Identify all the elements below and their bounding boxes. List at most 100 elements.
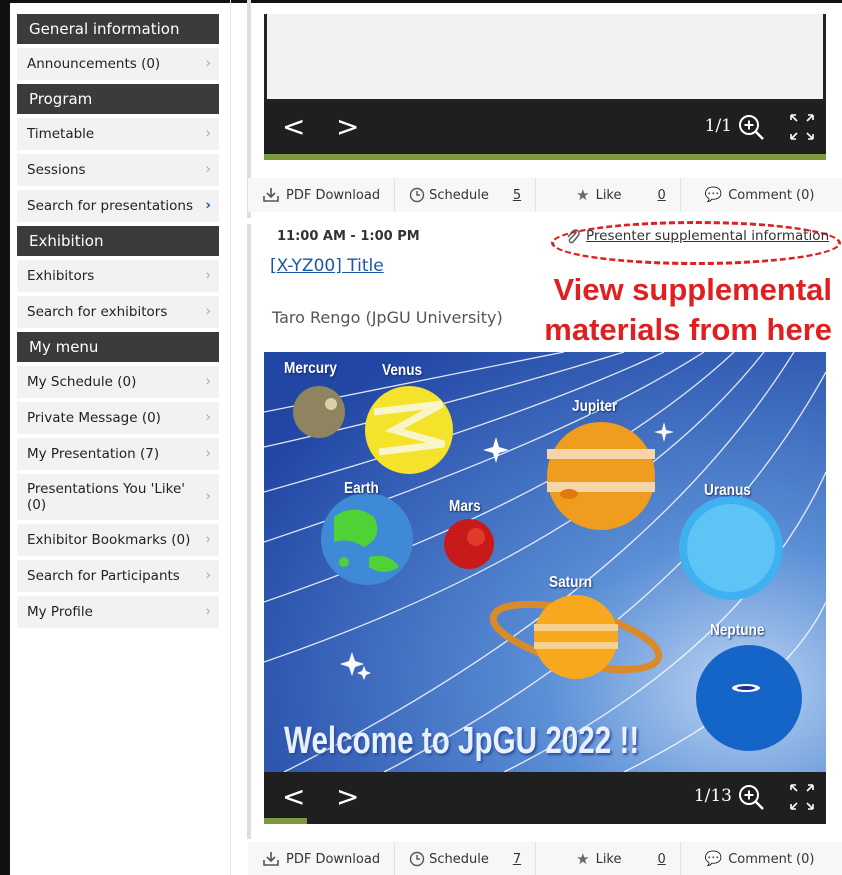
sidebar-item-private-message[interactable]: Private Message (0) › bbox=[17, 402, 219, 434]
page-counter: 1/1 bbox=[704, 116, 732, 136]
chevron-right-icon: › bbox=[205, 267, 211, 284]
planet-label-jupiter: Jupiter bbox=[572, 398, 618, 415]
solar-system-illustration bbox=[264, 352, 826, 772]
sidebar-item-label: Sessions bbox=[27, 162, 86, 178]
jupiter-icon bbox=[547, 422, 655, 530]
pdf-download-button[interactable]: PDF Download bbox=[248, 842, 396, 875]
sidebar-item-label: Exhibitor Bookmarks (0) bbox=[27, 532, 191, 548]
chevron-right-icon: › bbox=[205, 373, 211, 390]
sidebar-item-my-profile[interactable]: My Profile › bbox=[17, 596, 219, 628]
download-icon bbox=[263, 852, 279, 866]
like-count[interactable]: 0 bbox=[658, 852, 666, 867]
comment-label: Comment (0) bbox=[728, 187, 815, 203]
sidebar-item-label: Exhibitors bbox=[27, 268, 95, 284]
supplemental-info-link[interactable]: Presenter supplemental information bbox=[586, 228, 829, 244]
fullscreen-icon[interactable] bbox=[788, 782, 816, 812]
schedule-count[interactable]: 5 bbox=[513, 188, 521, 203]
presentation-time: 11:00 AM - 1:00 PM bbox=[277, 229, 420, 244]
prev-page-button[interactable]: < bbox=[282, 782, 305, 812]
chevron-right-icon: › bbox=[205, 445, 211, 462]
chevron-right-icon: › bbox=[205, 303, 211, 320]
chevron-right-icon: › bbox=[205, 55, 211, 72]
sidebar-item-sessions[interactable]: Sessions › bbox=[17, 154, 219, 186]
sidebar-item-search-presentations[interactable]: Search for presentations › bbox=[17, 190, 219, 222]
sidebar-item-timetable[interactable]: Timetable › bbox=[17, 118, 219, 150]
sidebar: General information Announcements (0) › … bbox=[17, 14, 219, 632]
planet-label-uranus: Uranus bbox=[704, 482, 751, 499]
sidebar-item-label: My Presentation (7) bbox=[27, 446, 160, 462]
sidebar-item-announcements[interactable]: Announcements (0) › bbox=[17, 48, 219, 80]
planet-label-saturn: Saturn bbox=[549, 574, 593, 591]
comment-button[interactable]: 💬 Comment (0) bbox=[681, 842, 829, 875]
schedule-button[interactable]: Schedule 7 bbox=[395, 842, 537, 875]
clock-icon bbox=[409, 187, 425, 203]
neptune-icon bbox=[696, 645, 802, 751]
like-button[interactable]: ★ Like 0 bbox=[536, 178, 681, 212]
action-bar: PDF Download Schedule 5 ★ Like 0 💬 Comme… bbox=[248, 178, 842, 212]
slide-image bbox=[264, 14, 826, 102]
callout-line-1: View supplemental bbox=[553, 272, 832, 307]
venus-icon bbox=[365, 386, 453, 474]
sidebar-item-liked-presentations[interactable]: Presentations You 'Like' (0) › bbox=[17, 474, 219, 520]
progress-bar bbox=[264, 154, 826, 160]
chevron-right-icon: › bbox=[205, 197, 211, 214]
like-count[interactable]: 0 bbox=[658, 188, 666, 203]
slide-image: Mercury Venus Jupiter Earth Mars Uranus … bbox=[264, 352, 826, 772]
section-program: Program bbox=[17, 84, 219, 114]
presenter-name: Taro Rengo (JpGU University) bbox=[272, 308, 503, 327]
sidebar-item-label: Search for Participants bbox=[27, 568, 180, 584]
progress-bar bbox=[264, 818, 308, 824]
comment-label: Comment (0) bbox=[728, 851, 815, 867]
sidebar-item-label: Private Message (0) bbox=[27, 410, 161, 426]
sidebar-item-label: Timetable bbox=[27, 126, 95, 142]
sidebar-item-label: Search for presentations bbox=[27, 198, 194, 214]
sidebar-item-my-schedule[interactable]: My Schedule (0) › bbox=[17, 366, 219, 398]
sidebar-item-label: My Profile bbox=[27, 604, 93, 620]
progress-track bbox=[264, 818, 826, 824]
uranus-icon bbox=[679, 496, 783, 600]
zoom-in-icon[interactable] bbox=[736, 112, 766, 142]
chevron-right-icon: › bbox=[205, 567, 211, 584]
section-exhibition: Exhibition bbox=[17, 226, 219, 256]
star-icon: ★ bbox=[576, 850, 590, 868]
sidebar-item-label: Announcements (0) bbox=[27, 56, 161, 72]
schedule-label: Schedule bbox=[429, 851, 489, 867]
schedule-label: Schedule bbox=[429, 187, 489, 203]
sidebar-item-my-presentation[interactable]: My Presentation (7) › bbox=[17, 438, 219, 470]
sidebar-item-search-participants[interactable]: Search for Participants › bbox=[17, 560, 219, 592]
schedule-button[interactable]: Schedule 5 bbox=[395, 178, 537, 212]
pdf-download-button[interactable]: PDF Download bbox=[248, 178, 396, 212]
zoom-in-icon[interactable] bbox=[736, 782, 766, 812]
chevron-right-icon: › bbox=[205, 603, 211, 620]
like-button[interactable]: ★ Like 0 bbox=[536, 842, 681, 875]
planet-label-mars: Mars bbox=[449, 498, 481, 515]
slide-welcome-text: Welcome to JpGU 2022 !! bbox=[284, 720, 640, 762]
chevron-right-icon: › bbox=[205, 161, 211, 178]
callout-line-2: materials from here bbox=[544, 312, 832, 347]
planet-label-earth: Earth bbox=[344, 480, 379, 497]
sidebar-item-label: My Schedule (0) bbox=[27, 374, 137, 390]
chevron-right-icon: › bbox=[205, 125, 211, 142]
like-label: Like bbox=[595, 187, 622, 203]
comment-icon: 💬 bbox=[704, 187, 723, 203]
clock-icon bbox=[409, 851, 425, 867]
presentation-title-link[interactable]: [X-YZ00] Title bbox=[270, 256, 384, 276]
mercury-icon bbox=[293, 386, 345, 438]
chevron-right-icon: › bbox=[205, 531, 211, 548]
next-page-button[interactable]: > bbox=[336, 112, 359, 142]
fullscreen-icon[interactable] bbox=[788, 112, 816, 142]
chevron-right-icon: › bbox=[205, 409, 211, 426]
download-icon bbox=[263, 188, 279, 202]
sidebar-item-search-exhibitors[interactable]: Search for exhibitors › bbox=[17, 296, 219, 328]
next-page-button[interactable]: > bbox=[336, 782, 359, 812]
comment-button[interactable]: 💬 Comment (0) bbox=[681, 178, 829, 212]
schedule-count[interactable]: 7 bbox=[513, 852, 521, 867]
prev-page-button[interactable]: < bbox=[282, 112, 305, 142]
sidebar-item-exhibitor-bookmarks[interactable]: Exhibitor Bookmarks (0) › bbox=[17, 524, 219, 556]
section-my-menu: My menu bbox=[17, 332, 219, 362]
viewer-navbar: < > 1/1 bbox=[264, 102, 826, 154]
viewer-navbar: < > 1/13 bbox=[264, 772, 826, 824]
star-icon: ★ bbox=[576, 186, 590, 204]
sidebar-item-exhibitors[interactable]: Exhibitors › bbox=[17, 260, 219, 292]
action-bar: PDF Download Schedule 7 ★ Like 0 💬 Comme… bbox=[248, 842, 842, 875]
